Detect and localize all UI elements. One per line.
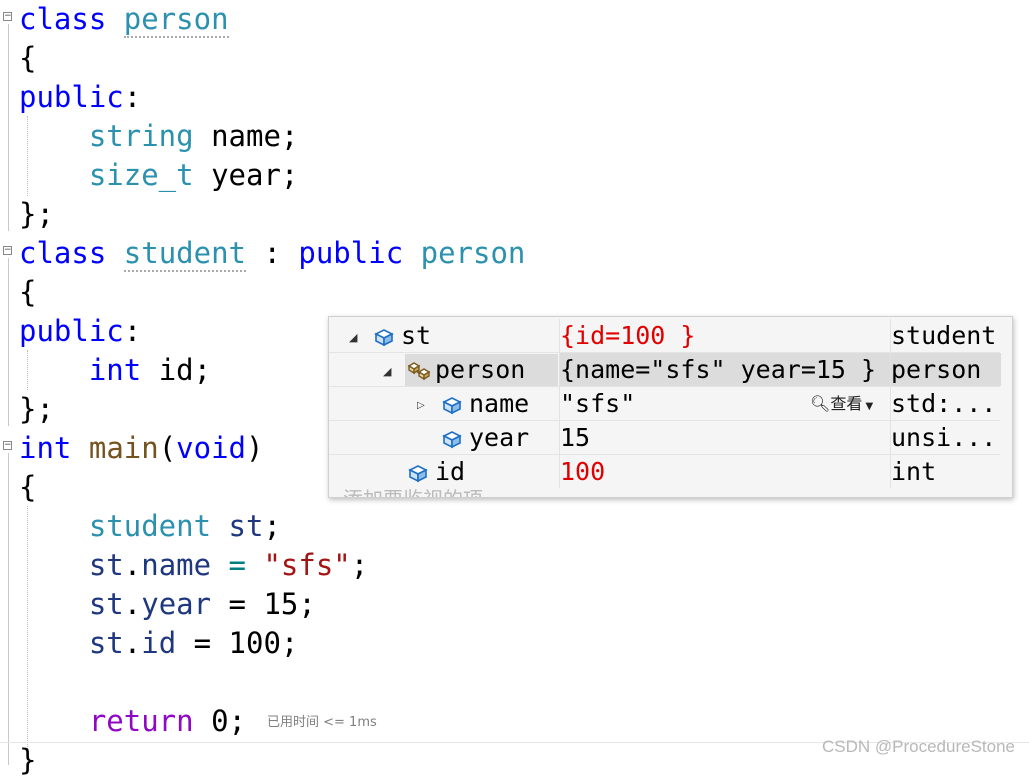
datatip-name: year xyxy=(469,423,530,452)
code-line: class person xyxy=(19,2,229,38)
field-icon xyxy=(442,397,462,415)
fold-toggle-student[interactable]: − xyxy=(3,246,12,255)
code-line: st.year = 15; xyxy=(88,587,316,621)
search-icon: 🔍︎ xyxy=(810,394,831,413)
code-line: st.name = "sfs"; xyxy=(88,548,369,582)
datatip-row-year[interactable]: year 15 unsi... xyxy=(329,421,1012,455)
code-line: }; xyxy=(19,197,54,231)
datatip-value[interactable]: {id=100 } xyxy=(559,319,890,352)
code-line: { xyxy=(19,470,37,504)
visualizer-view-button[interactable]: 🔍︎查看 ▼ xyxy=(810,393,873,415)
datatip-row-name[interactable]: ▷ name "sfs" 🔍︎查看 ▼ std:... xyxy=(329,387,1012,421)
view-button-label: 查看 xyxy=(830,394,863,413)
code-line: size_t year; xyxy=(88,158,299,192)
code-line: public: xyxy=(19,314,142,348)
variable-icon xyxy=(374,329,394,347)
datatip-type: int xyxy=(890,455,1001,488)
expand-arrow-icon[interactable]: ▷ xyxy=(417,400,425,411)
watermark: CSDN @ProcedureStone xyxy=(821,737,1015,756)
code-line: }; xyxy=(19,392,54,426)
collapse-arrow-icon[interactable]: ◢ xyxy=(349,332,357,343)
fold-toggle-person[interactable]: − xyxy=(3,12,12,21)
datatip-type: std:... xyxy=(890,387,1001,420)
fold-guide xyxy=(8,258,9,426)
datatip-name: name xyxy=(469,389,530,418)
perf-tip: 已用时间 <= 1ms xyxy=(267,715,377,730)
datatip-row-person[interactable]: ◢ person {name="sfs" year=15 } person xyxy=(329,353,1012,387)
code-line: { xyxy=(19,41,37,75)
field-icon xyxy=(442,431,462,449)
datatip-row-st[interactable]: ◢ st {id=100 } student xyxy=(329,319,1012,353)
code-line: int id; xyxy=(88,353,212,387)
code-line: return 0; xyxy=(88,704,246,738)
fold-guide xyxy=(8,24,9,231)
base-class-icon xyxy=(407,362,431,381)
debugger-datatip[interactable]: ◢ st {id=100 } student ◢ person {name="s… xyxy=(328,316,1013,498)
datatip-name: id xyxy=(435,457,466,486)
code-line: student st; xyxy=(88,509,281,543)
chevron-down-icon: ▼ xyxy=(862,401,874,412)
code-line: class student : public person xyxy=(19,236,526,272)
fold-toggle-main[interactable]: − xyxy=(3,441,12,450)
datatip-value[interactable]: 15 xyxy=(559,421,890,454)
datatip-value-text: "sfs" xyxy=(560,389,636,418)
code-line: st.id = 100; xyxy=(88,626,299,660)
datatip-value[interactable]: 100 xyxy=(559,455,890,488)
datatip-type: unsi... xyxy=(890,421,1001,454)
field-icon xyxy=(408,465,428,483)
datatip-name: person xyxy=(435,355,526,384)
collapse-arrow-icon[interactable]: ◢ xyxy=(383,366,391,377)
add-watch-input[interactable]: 添加要监视的项 xyxy=(343,487,483,497)
code-line: string name; xyxy=(88,119,299,153)
fold-guide xyxy=(8,453,9,765)
code-line: { xyxy=(19,275,37,309)
code-line: public: xyxy=(19,80,142,114)
datatip-value[interactable]: {name="sfs" year=15 } xyxy=(559,353,890,386)
datatip-row-id[interactable]: id 100 int xyxy=(329,455,1012,489)
code-line: } xyxy=(19,743,37,777)
code-line: int main(void) xyxy=(19,431,264,465)
datatip-type: student xyxy=(890,319,1001,352)
datatip-name: st xyxy=(401,321,432,350)
datatip-type: person xyxy=(890,353,1001,386)
